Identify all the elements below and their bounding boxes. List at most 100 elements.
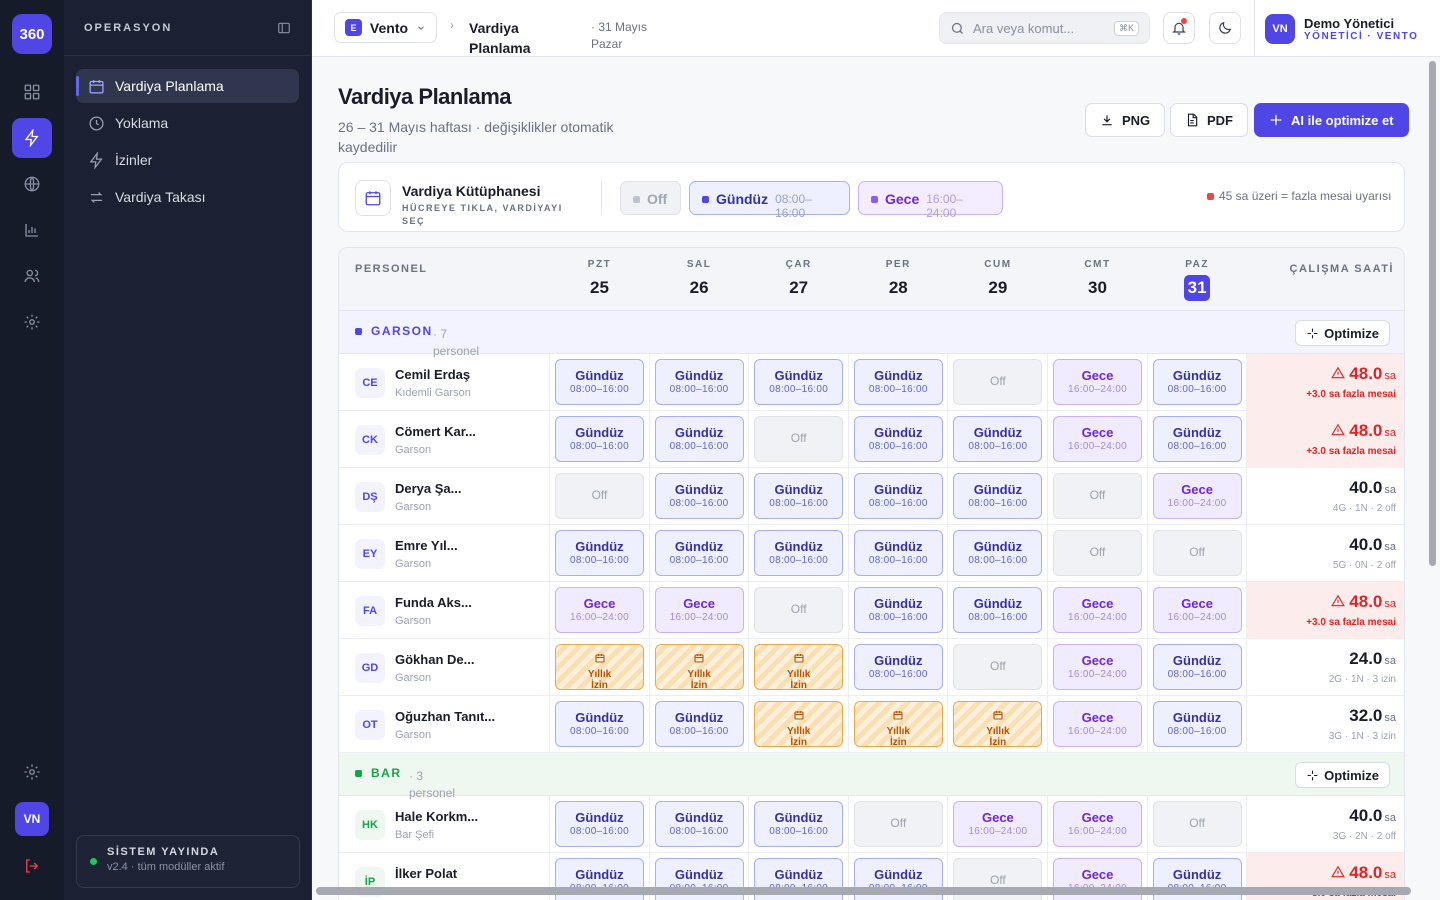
shift-cell[interactable]: Gündüz08:00–16:00 — [648, 525, 748, 582]
shift-gunduz[interactable]: Gündüz08:00–16:00 — [853, 359, 943, 405]
shift-gunduz[interactable]: Gündüz08:00–16:00 — [555, 359, 644, 405]
shift-cell[interactable]: Gündüz08:00–16:00 — [648, 696, 748, 753]
shift-cell[interactable]: Gündüz08:00–16:00 — [549, 411, 648, 468]
shift-off[interactable]: Off — [555, 473, 644, 519]
shift-cell[interactable]: Gündüz08:00–16:00 — [748, 354, 847, 411]
shift-gece[interactable]: Gece16:00–24:00 — [1053, 416, 1142, 462]
shift-off[interactable]: Off — [754, 416, 844, 462]
shift-cell[interactable]: Off — [1146, 525, 1246, 582]
shift-cell[interactable]: Yıllık İzin — [947, 696, 1046, 753]
settings-gear-icon[interactable] — [12, 302, 52, 342]
shift-cell[interactable]: Gündüz08:00–16:00 — [847, 525, 947, 582]
shift-cell[interactable]: Gece16:00–24:00 — [549, 582, 648, 639]
shift-cell[interactable]: Off — [947, 354, 1046, 411]
shift-gunduz[interactable]: Gündüz08:00–16:00 — [654, 801, 744, 847]
shift-cell[interactable]: Gece16:00–24:00 — [1146, 468, 1246, 525]
shift-gunduz[interactable]: Gündüz08:00–16:00 — [953, 530, 1043, 576]
export-png-button[interactable]: PNG — [1085, 103, 1166, 137]
shift-cell[interactable]: Gündüz08:00–16:00 — [947, 468, 1046, 525]
shift-gunduz[interactable]: Gündüz08:00–16:00 — [754, 801, 844, 847]
shift-cell[interactable]: Off — [549, 468, 648, 525]
shift-cell[interactable]: Gündüz08:00–16:00 — [947, 525, 1046, 582]
shift-cell[interactable]: Off — [1146, 796, 1246, 853]
sidebar-item-yoklama[interactable]: Yoklama — [76, 106, 299, 140]
shift-cell[interactable]: Gece16:00–24:00 — [1047, 796, 1146, 853]
shift-cell[interactable]: Gündüz08:00–16:00 — [648, 468, 748, 525]
shift-gece[interactable]: Gece16:00–24:00 — [555, 587, 644, 633]
shift-gece[interactable]: Gece16:00–24:00 — [1053, 801, 1142, 847]
shift-izin[interactable]: Yıllık İzin — [555, 644, 644, 691]
shift-off[interactable]: Off — [953, 359, 1043, 405]
collapse-sidebar-icon[interactable] — [277, 21, 291, 35]
shift-cell[interactable]: Gündüz08:00–16:00 — [1146, 354, 1246, 411]
shift-cell[interactable]: Off — [1047, 468, 1146, 525]
shift-cell[interactable]: Gündüz08:00–16:00 — [648, 796, 748, 853]
shift-gece[interactable]: Gece16:00–24:00 — [1152, 587, 1242, 633]
shift-cell[interactable]: Gündüz08:00–16:00 — [1146, 696, 1246, 753]
horizontal-scrollbar[interactable] — [316, 887, 1411, 895]
shift-off[interactable]: Off — [1053, 473, 1142, 519]
shift-gunduz[interactable]: Gündüz08:00–16:00 — [754, 473, 844, 519]
shift-gunduz[interactable]: Gündüz08:00–16:00 — [1152, 644, 1242, 690]
shift-cell[interactable]: Yıllık İzin — [748, 696, 847, 753]
gear-icon[interactable] — [12, 752, 52, 792]
dashboard-icon[interactable] — [12, 72, 52, 112]
shift-cell[interactable]: Gündüz08:00–16:00 — [847, 411, 947, 468]
sidebar-item-vardiya-takasi[interactable]: Vardiya Takası — [76, 180, 299, 214]
shift-cell[interactable]: Gündüz08:00–16:00 — [847, 639, 947, 696]
shift-cell[interactable]: Off — [947, 639, 1046, 696]
shift-gunduz[interactable]: Gündüz08:00–16:00 — [1152, 359, 1242, 405]
shift-izin[interactable]: Yıllık İzin — [853, 701, 943, 748]
shift-gunduz[interactable]: Gündüz08:00–16:00 — [654, 359, 744, 405]
sidebar-item-izinler[interactable]: İzinler — [76, 143, 299, 177]
shift-gunduz[interactable]: Gündüz08:00–16:00 — [853, 587, 943, 633]
shift-off[interactable]: Off — [1053, 530, 1142, 576]
shift-chip-gunduz[interactable]: Gündüz 08:00–16:00 — [689, 181, 850, 220]
shift-gece[interactable]: Gece16:00–24:00 — [1053, 701, 1142, 747]
search-input[interactable]: Ara veya komut... ⌘K — [939, 12, 1150, 44]
shift-izin[interactable]: Yıllık İzin — [654, 644, 744, 691]
shift-cell[interactable]: Gündüz08:00–16:00 — [748, 468, 847, 525]
shift-cell[interactable]: Gece16:00–24:00 — [648, 582, 748, 639]
app-logo[interactable]: 360 — [12, 14, 52, 54]
shift-cell[interactable]: Off — [1047, 525, 1146, 582]
shift-gunduz[interactable]: Gündüz08:00–16:00 — [853, 416, 943, 462]
shift-cell[interactable]: Yıllık İzin — [847, 696, 947, 753]
shift-cell[interactable]: Off — [847, 796, 947, 853]
shift-gunduz[interactable]: Gündüz08:00–16:00 — [853, 644, 943, 690]
shift-cell[interactable]: Gece16:00–24:00 — [1146, 582, 1246, 639]
shift-gunduz[interactable]: Gündüz08:00–16:00 — [853, 530, 943, 576]
shift-gece[interactable]: Gece16:00–24:00 — [654, 587, 744, 633]
shift-gece[interactable]: Gece16:00–24:00 — [1053, 359, 1142, 405]
shift-gunduz[interactable]: Gündüz08:00–16:00 — [654, 701, 744, 747]
shift-cell[interactable]: Gündüz08:00–16:00 — [549, 525, 648, 582]
shift-cell[interactable]: Off — [748, 411, 847, 468]
shift-off[interactable]: Off — [953, 644, 1043, 690]
shift-cell[interactable]: Gündüz08:00–16:00 — [748, 525, 847, 582]
workspace-selector[interactable]: E Vento — [334, 12, 437, 43]
shift-cell[interactable]: Gece16:00–24:00 — [1047, 354, 1146, 411]
shift-cell[interactable]: Yıllık İzin — [748, 639, 847, 696]
shift-izin[interactable]: Yıllık İzin — [754, 701, 844, 748]
shift-cell[interactable]: Off — [748, 582, 847, 639]
shift-gunduz[interactable]: Gündüz08:00–16:00 — [555, 530, 644, 576]
shift-gunduz[interactable]: Gündüz08:00–16:00 — [654, 416, 744, 462]
shift-chip-off[interactable]: Off — [620, 181, 681, 215]
shift-cell[interactable]: Gündüz08:00–16:00 — [1146, 411, 1246, 468]
shift-cell[interactable]: Gündüz08:00–16:00 — [648, 354, 748, 411]
shift-cell[interactable]: Gece16:00–24:00 — [1047, 582, 1146, 639]
shift-off[interactable]: Off — [754, 587, 844, 633]
shift-cell[interactable]: Gündüz08:00–16:00 — [947, 582, 1046, 639]
shift-off[interactable]: Off — [853, 801, 943, 847]
shift-izin[interactable]: Yıllık İzin — [754, 644, 844, 691]
shift-gece[interactable]: Gece16:00–24:00 — [1053, 587, 1142, 633]
shift-gunduz[interactable]: Gündüz08:00–16:00 — [1152, 701, 1242, 747]
shift-cell[interactable]: Gündüz08:00–16:00 — [1146, 639, 1246, 696]
shift-cell[interactable]: Yıllık İzin — [549, 639, 648, 696]
shift-izin[interactable]: Yıllık İzin — [953, 701, 1043, 748]
logout-icon[interactable] — [12, 846, 52, 886]
shift-cell[interactable]: Gece16:00–24:00 — [1047, 639, 1146, 696]
user-menu[interactable]: VN Demo Yönetici YÖNETİCİ · VENTO — [1254, 0, 1418, 57]
users-icon[interactable] — [12, 256, 52, 296]
shift-cell[interactable]: Gündüz08:00–16:00 — [947, 411, 1046, 468]
